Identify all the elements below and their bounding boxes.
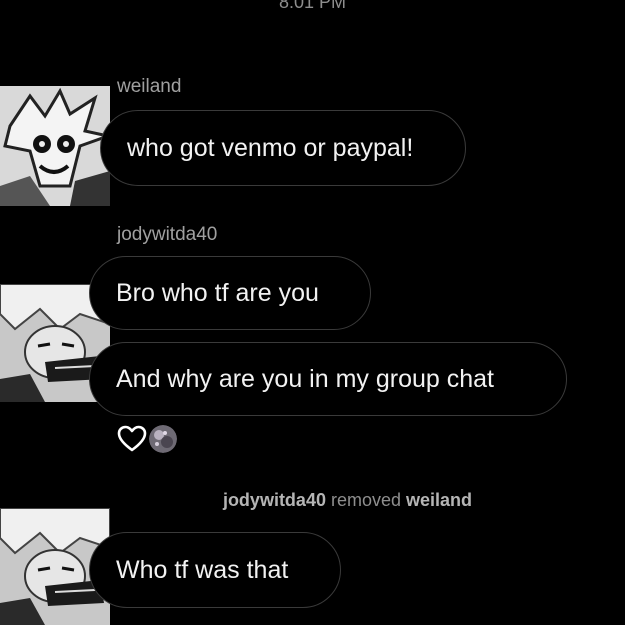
message-timestamp: 8:01 PM (278, 0, 347, 12)
avatar-weiland[interactable] (0, 86, 110, 206)
sender-name: weiland (117, 76, 182, 97)
system-target[interactable]: weiland (406, 490, 472, 510)
system-actor[interactable]: jodywitda40 (223, 490, 326, 510)
message-bubble[interactable]: And why are you in my group chat (89, 342, 567, 416)
sender-name: jodywitda40 (117, 224, 218, 245)
message-text: Who tf was that (116, 555, 289, 584)
message-reactions[interactable] (117, 425, 177, 453)
message-bubble[interactable]: Who tf was that (89, 532, 341, 608)
reactor-avatar-image (149, 425, 177, 453)
reactor-avatar[interactable] (149, 425, 177, 453)
message-text: who got venmo or paypal! (127, 133, 414, 162)
heart-outline-icon[interactable] (117, 425, 147, 453)
message-text: And why are you in my group chat (116, 364, 494, 393)
avatar-image (0, 86, 110, 206)
system-action: removed (330, 490, 402, 510)
message-bubble[interactable]: Bro who tf are you (89, 256, 371, 330)
message-bubble[interactable]: who got venmo or paypal! (100, 110, 466, 186)
chat-screen: 8:01 PM weiland who got venmo or paypal!… (0, 0, 625, 625)
message-text: Bro who tf are you (116, 278, 319, 307)
